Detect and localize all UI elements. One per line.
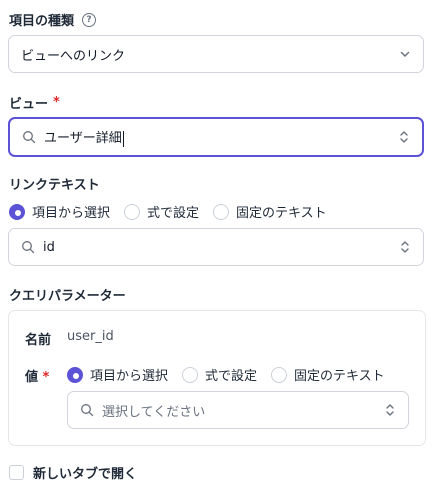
chevron-down-icon (399, 48, 411, 60)
link-text-input[interactable]: id (43, 240, 399, 255)
radio-selected[interactable] (9, 203, 25, 220)
param-value-option-fixed[interactable]: 固定のテキスト (271, 365, 385, 384)
chevron-up-down-icon (384, 403, 396, 417)
link-text-option-expression[interactable]: 式で設定 (124, 202, 199, 221)
new-tab-checkbox[interactable] (9, 465, 24, 480)
item-type-label: 項目の種類 ? (9, 10, 97, 29)
radio[interactable] (182, 366, 199, 383)
radio-selected[interactable] (67, 366, 83, 383)
param-name-value: user_id (67, 329, 114, 344)
view-label: ビュー * (9, 95, 60, 112)
param-value-radio-group: 項目から選択 式で設定 固定のテキスト (67, 365, 399, 384)
radio[interactable] (271, 366, 288, 383)
item-type-value: ビューへのリンク (21, 48, 126, 64)
item-type-select[interactable]: ビューへのリンク (8, 35, 424, 73)
param-value-input[interactable]: 選択してください (102, 401, 384, 420)
link-text-option-field[interactable]: 項目から選択 (9, 202, 110, 221)
search-icon (22, 130, 36, 144)
param-value-option-field[interactable]: 項目から選択 (67, 365, 168, 384)
chevron-up-down-icon (398, 130, 410, 144)
param-value-option-expression[interactable]: 式で設定 (182, 365, 257, 384)
search-icon (80, 403, 94, 417)
view-combobox[interactable]: ユーザー詳細 (8, 117, 424, 157)
radio[interactable] (213, 203, 230, 220)
required-mark: * (42, 370, 50, 385)
query-params-label: クエリパラメーター (9, 289, 126, 304)
view-input[interactable]: ユーザー詳細 (44, 127, 398, 147)
param-value-combobox[interactable]: 選択してください (67, 391, 409, 429)
text-caret (122, 130, 124, 147)
search-icon (21, 240, 35, 254)
link-text-option-fixed[interactable]: 固定のテキスト (213, 202, 327, 221)
link-text-combobox[interactable]: id (8, 228, 424, 266)
required-mark: * (53, 95, 60, 110)
new-tab-checkbox-row[interactable]: 新しいタブで開く (9, 463, 137, 482)
param-name-label: 名前 (25, 333, 52, 348)
radio[interactable] (124, 203, 141, 220)
link-text-label: リンクテキスト (9, 178, 100, 193)
question-circle-icon[interactable]: ? (82, 12, 97, 27)
param-value-label: 値 * (25, 370, 50, 385)
link-text-radio-group: 項目から選択 式で設定 固定のテキスト (9, 202, 341, 221)
chevron-up-down-icon (399, 240, 411, 254)
query-params-panel: 名前 user_id 値 * 項目から選択 式で設定 固定のテキスト 選択してく… (8, 310, 426, 446)
